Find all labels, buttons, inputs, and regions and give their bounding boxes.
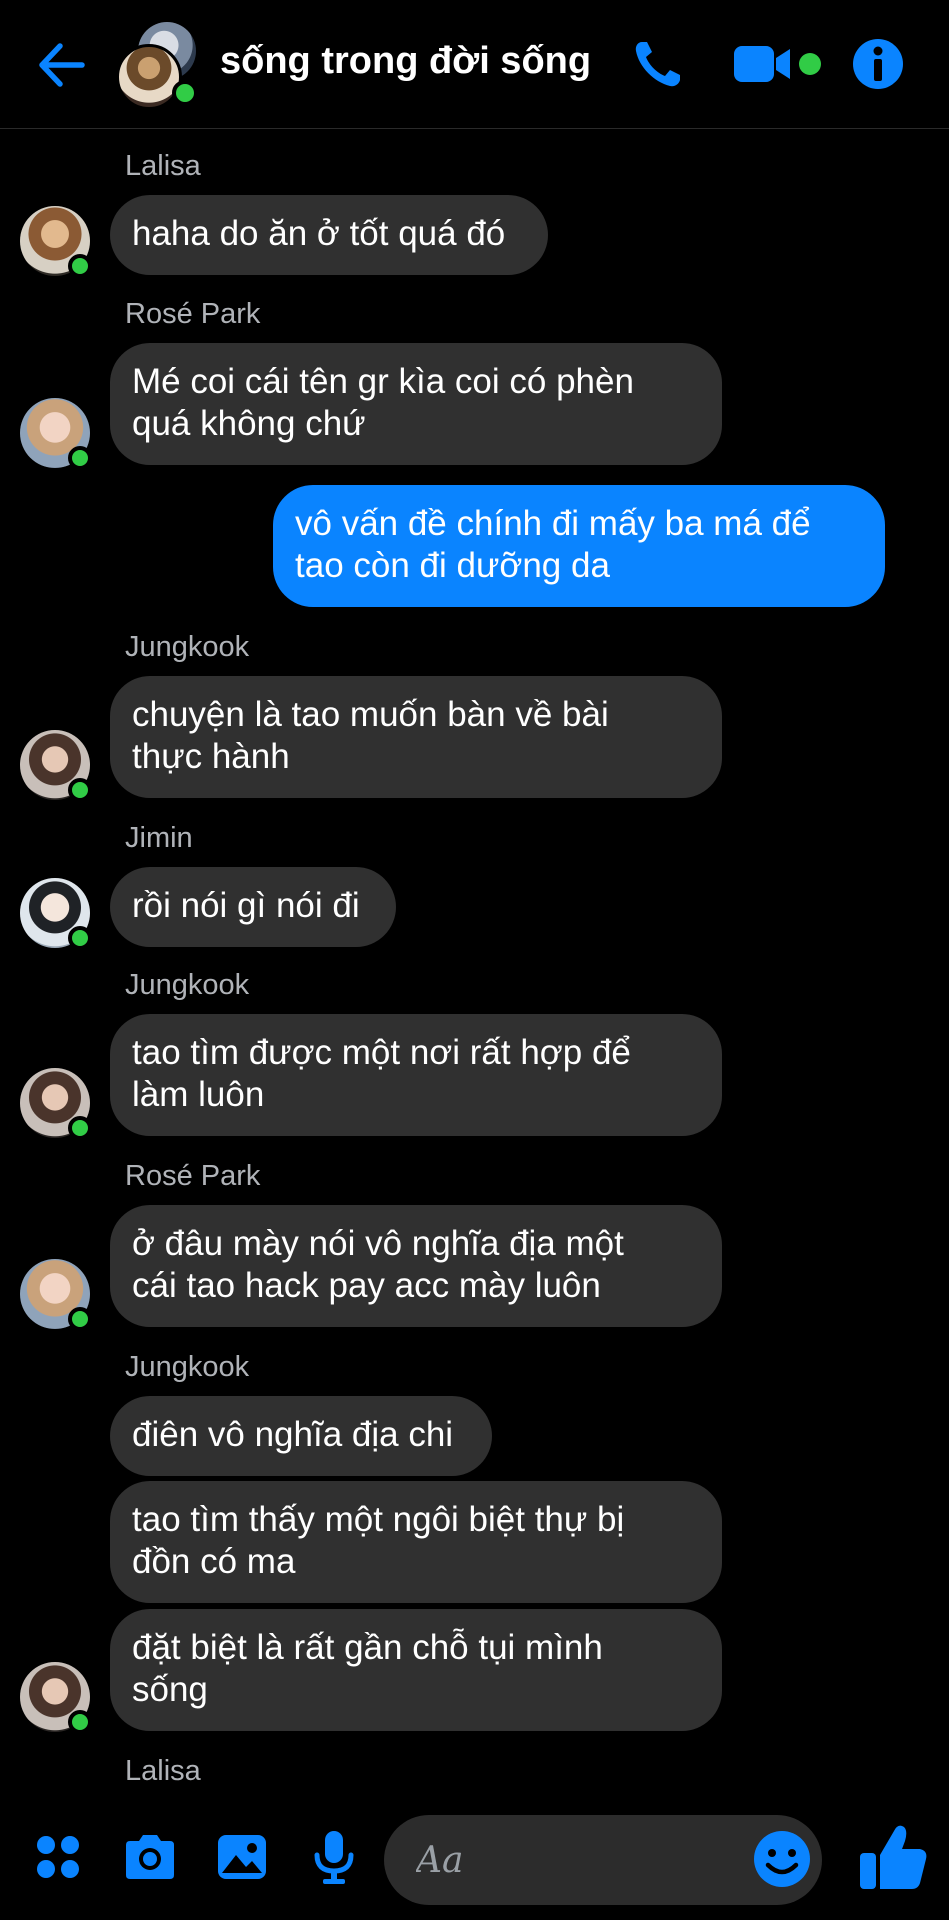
online-indicator — [68, 1116, 92, 1140]
message-line: ở đâu mày nói vô nghĩa địa một — [132, 1224, 624, 1263]
avatar[interactable] — [20, 398, 92, 470]
image-icon[interactable] — [212, 1827, 272, 1887]
sender-name: Rosé Park — [125, 298, 261, 330]
message-bubble[interactable]: điên vô nghĩa địa chi — [110, 1396, 492, 1476]
avatar — [116, 44, 182, 110]
thumbs-up-icon[interactable] — [856, 1819, 930, 1895]
online-indicator — [172, 80, 198, 106]
message-line: cái tao hack pay acc mày luôn — [132, 1266, 601, 1305]
online-indicator — [68, 446, 92, 470]
message-input[interactable] — [414, 1829, 718, 1891]
avatar[interactable] — [20, 1259, 92, 1331]
online-indicator — [68, 1710, 92, 1734]
sender-name: Jimin — [125, 822, 193, 854]
message-text: rồi nói gì nói đi — [132, 886, 360, 925]
sender-name: Jungkook — [125, 631, 250, 663]
message-text: haha do ăn ở tốt quá đó — [132, 214, 506, 253]
chat-header: sống trong đời sống — [0, 0, 949, 129]
info-icon[interactable] — [848, 34, 908, 94]
apps-icon[interactable] — [28, 1827, 88, 1887]
message-bubble[interactable]: Mé coi cái tên gr kìa coi có phèn quá kh… — [110, 343, 722, 465]
sender-name: Jungkook — [125, 969, 250, 1001]
sender-name: Lalisa — [125, 1755, 201, 1787]
my-message-bubble[interactable]: vô vấn đề chính đi mấy ba má để tao còn … — [273, 485, 885, 607]
message-line: thực hành — [132, 737, 290, 776]
video-camera-icon[interactable] — [732, 34, 824, 94]
online-indicator — [68, 778, 92, 802]
message-line: tao còn đi dưỡng da — [295, 546, 610, 585]
avatar[interactable] — [20, 206, 92, 278]
message-line: tao tìm thấy một ngôi biệt thự bị — [132, 1500, 625, 1539]
camera-icon[interactable] — [120, 1827, 180, 1887]
avatar[interactable] — [20, 730, 92, 802]
message-line: làm luôn — [132, 1075, 265, 1114]
group-avatar[interactable] — [116, 22, 202, 110]
message-bubble[interactable]: rồi nói gì nói đi — [110, 867, 396, 947]
message-line: quá không chứ — [132, 404, 366, 443]
message-bubble[interactable]: chuyện là tao muốn bàn về bài thực hành — [110, 676, 722, 798]
message-composer — [384, 1815, 822, 1905]
online-indicator — [68, 1307, 92, 1331]
emoji-icon[interactable] — [750, 1827, 814, 1891]
message-line: đặt biệt là rất gần chỗ tụi mình — [132, 1628, 603, 1667]
message-bubble[interactable]: ở đâu mày nói vô nghĩa địa một cái tao h… — [110, 1205, 722, 1327]
message-line: chuyện là tao muốn bàn về bài — [132, 695, 609, 734]
sender-name: Lalisa — [125, 150, 201, 182]
message-line: tao tìm được một nơi rất hợp để — [132, 1033, 631, 1072]
message-bubble[interactable]: haha do ăn ở tốt quá đó — [110, 195, 548, 275]
message-bubble[interactable]: tao tìm được một nơi rất hợp để làm luôn — [110, 1014, 722, 1136]
conversation-title[interactable]: sống trong đời sống — [220, 40, 591, 83]
arrow-left-icon[interactable] — [34, 38, 88, 92]
sender-name: Rosé Park — [125, 1160, 261, 1192]
avatar[interactable] — [20, 878, 92, 950]
message-text: điên vô nghĩa địa chi — [132, 1415, 454, 1454]
sender-name: Jungkook — [125, 1351, 250, 1383]
avatar[interactable] — [20, 1662, 92, 1734]
message-line: sống — [132, 1670, 208, 1709]
avatar[interactable] — [20, 1068, 92, 1140]
online-indicator — [68, 254, 92, 278]
message-line: vô vấn đề chính đi mấy ba má để — [295, 504, 811, 543]
message-line: Mé coi cái tên gr kìa coi có phèn — [132, 362, 634, 401]
online-indicator — [68, 926, 92, 950]
message-line: đồn có ma — [132, 1542, 296, 1581]
composer-bar — [0, 1797, 949, 1920]
phone-icon[interactable] — [628, 34, 688, 94]
microphone-icon[interactable] — [304, 1827, 364, 1887]
message-bubble[interactable]: đặt biệt là rất gần chỗ tụi mình sống — [110, 1609, 722, 1731]
message-bubble[interactable]: tao tìm thấy một ngôi biệt thự bị đồn có… — [110, 1481, 722, 1603]
